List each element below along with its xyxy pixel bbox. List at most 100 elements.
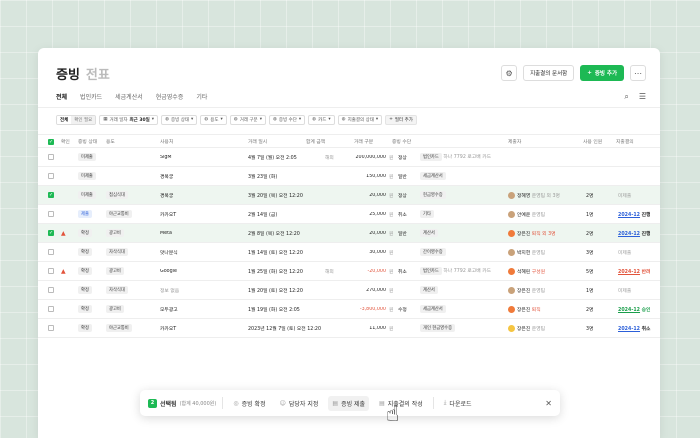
report-cell[interactable]: 2024-12 승인 bbox=[618, 306, 660, 313]
table-row[interactable]: 미제출 경복궁 3월 23일 (화) 150,000 원 일반 세금계산서 bbox=[38, 167, 660, 186]
filter-chip[interactable]: ◍ 용도 ▾ bbox=[200, 114, 227, 125]
column-header[interactable]: 확인 bbox=[61, 138, 77, 145]
segment-all[interactable]: 전체 bbox=[57, 115, 72, 124]
report-cell[interactable]: 미제출 bbox=[618, 192, 660, 199]
table-row[interactable]: ✓ 미제출 접심식대 경복궁 3월 20일 (목) 오전 12:20 20,000 원 정상 현… bbox=[38, 186, 660, 205]
column-header[interactable]: 용도 bbox=[106, 138, 160, 145]
submit-evidence-button[interactable]: ▤ 증빙 제출 bbox=[328, 395, 370, 411]
column-header[interactable]: 증빙 수단 bbox=[392, 138, 432, 145]
purpose-cell[interactable]: 광고비 bbox=[106, 267, 158, 275]
report-period[interactable]: 2024-12 bbox=[618, 327, 640, 332]
report-period[interactable]: 2024-12 bbox=[618, 232, 640, 237]
filter-icon: ◍ bbox=[204, 117, 209, 122]
expense-report-box-button[interactable]: 지출결의 문서함 bbox=[523, 65, 575, 81]
filter-chip[interactable]: ◍ 증빙 상태 ▾ bbox=[161, 114, 198, 125]
purpose-cell[interactable]: 야근교통비 bbox=[106, 324, 158, 332]
purpose-cell[interactable]: 자삭식대 bbox=[106, 248, 158, 256]
column-header[interactable]: 사용처 bbox=[160, 138, 248, 145]
submitter-cell[interactable]: 장은진 퇴직 외 3명 bbox=[508, 229, 582, 237]
confirm-evidence-button[interactable]: ◎ 증빙 확정 bbox=[229, 396, 269, 411]
purpose-cell[interactable]: 접심식대 bbox=[106, 191, 158, 199]
row-checkbox[interactable] bbox=[48, 249, 54, 255]
submitter-cell[interactable]: 장은진 퇴직 bbox=[508, 305, 582, 313]
row-checkbox[interactable] bbox=[48, 154, 54, 160]
filter-chip[interactable]: ◍ 카드 ▾ bbox=[308, 114, 335, 125]
column-header[interactable]: 지출결의 bbox=[616, 138, 656, 145]
submitter-cell[interactable]: 장은진 운영팀 bbox=[508, 324, 582, 332]
submitter-cell[interactable]: 장은진 운영팀 bbox=[508, 286, 582, 294]
add-filter-button[interactable]: + 필터 추가 bbox=[385, 114, 417, 125]
tab-2[interactable]: 세금계산서 bbox=[115, 92, 143, 106]
report-cell[interactable]: 2024-12 취소 bbox=[618, 325, 660, 332]
row-checkbox[interactable]: ✓ bbox=[48, 230, 54, 236]
table-row[interactable]: 확정 야근교통비 카카오T 2023년 12월 7일 (토) 오전 12:20 11,0… bbox=[38, 319, 660, 338]
submitter-cell[interactable]: 안예윤 운영팀 bbox=[508, 210, 582, 218]
more-icon[interactable]: ⋯ bbox=[630, 65, 646, 81]
report-cell[interactable]: 미제출 bbox=[618, 249, 660, 256]
assign-owner-button[interactable]: ☺ 담당자 지정 bbox=[276, 396, 323, 411]
page-title-sub[interactable]: 전표 bbox=[86, 64, 110, 83]
purpose-cell[interactable]: 광고비 bbox=[106, 305, 158, 313]
page-header: 증빙 전표 ⚙ 지출결의 문서함 + 증빙 추가 ⋯ bbox=[56, 62, 646, 84]
submitter-cell[interactable]: 박지헌 운영팀 bbox=[508, 248, 582, 256]
report-period[interactable]: 미제출 bbox=[618, 251, 631, 256]
column-header[interactable]: 거래 구분 bbox=[354, 138, 384, 145]
tab-4[interactable]: 기타 bbox=[196, 92, 207, 106]
purpose-cell[interactable]: 광고비 bbox=[106, 229, 158, 237]
download-button[interactable]: ⤓ 다운로드 bbox=[440, 396, 476, 411]
filter-chip[interactable]: ◍ 거래 구분 ▾ bbox=[229, 114, 266, 125]
row-checkbox[interactable] bbox=[48, 268, 54, 274]
table-row[interactable]: 확정 광고비 모두광고 1월 19일 (화) 오전 2:05 -3,800,000 원 수정… bbox=[38, 300, 660, 319]
purpose-cell[interactable]: 자삭식대 bbox=[106, 286, 158, 294]
column-header[interactable]: 거래 일시 bbox=[248, 138, 308, 145]
row-checkbox[interactable] bbox=[48, 306, 54, 312]
search-icon[interactable]: ⌕ bbox=[624, 92, 628, 106]
row-checkbox[interactable] bbox=[48, 211, 54, 217]
method-badge: 현금영수증 bbox=[420, 191, 446, 199]
row-checkbox[interactable] bbox=[48, 325, 54, 331]
column-header[interactable]: 증빙 상태 bbox=[78, 138, 106, 145]
report-period[interactable]: 미제출 bbox=[618, 194, 631, 199]
add-evidence-button[interactable]: + 증빙 추가 bbox=[580, 65, 624, 81]
row-checkbox[interactable] bbox=[48, 287, 54, 293]
report-cell[interactable]: 2024-12 진행 bbox=[618, 211, 660, 218]
column-header[interactable]: 사용 인원 bbox=[583, 138, 613, 145]
filter-icon: ◍ bbox=[165, 117, 169, 122]
report-period[interactable]: 2024-12 bbox=[618, 213, 640, 218]
report-period[interactable]: 미제출 bbox=[618, 289, 631, 294]
report-cell[interactable]: 2024-12 반려 bbox=[618, 268, 660, 275]
write-report-button[interactable]: ▤ 지출결의 작성 bbox=[375, 396, 427, 411]
table-row[interactable]: 제출 야근교통비 카카오T 2월 14일 (금) 25,000 원 취소 기타 안예윤 운영팀… bbox=[38, 205, 660, 224]
table-row[interactable]: ✓ ▲ 확정 광고비 Meta 2월 8일 (목) 오전 12:20 20,000 원 일반 계산… bbox=[38, 224, 660, 243]
row-checkbox[interactable] bbox=[48, 173, 54, 179]
tab-3[interactable]: 현금영수증 bbox=[156, 92, 184, 106]
report-cell[interactable]: 2024-12 진행 bbox=[618, 230, 660, 237]
submitter-cell[interactable]: 석혜린 구성원 bbox=[508, 267, 582, 275]
table-row[interactable]: ▲ 확정 광고비 Google 1월 25일 (화) 오전 12:20 해외 -20,000… bbox=[38, 262, 660, 281]
method-badge: 계산서 bbox=[420, 229, 438, 237]
close-icon[interactable]: ✕ bbox=[545, 399, 552, 408]
row-checkbox[interactable]: ✓ bbox=[48, 192, 54, 198]
status-badge: 확정 bbox=[78, 305, 92, 313]
filter-chip-label: 용도 bbox=[210, 117, 219, 123]
select-all-checkbox[interactable]: ✓ bbox=[48, 139, 54, 145]
report-cell[interactable]: 미제출 bbox=[618, 287, 660, 294]
table-row[interactable]: 미제출 SigM 4월 7일 (월) 오전 2:05 해외 200,000,000 원 정상… bbox=[38, 148, 660, 167]
filter-chip[interactable]: ◍ 지출결의 상태 ▾ bbox=[337, 114, 383, 125]
segment-check-needed[interactable]: 확인 필요 bbox=[71, 115, 96, 124]
column-settings-icon[interactable]: ☰ bbox=[639, 92, 646, 106]
table-row[interactable]: 확정 자삭식대 정보 없음 1월 20일 (토) 오전 12:20 270,000 원 계산… bbox=[38, 281, 660, 300]
table-row[interactable]: 확정 자삭식대 맛나분식 1월 14일 (토) 오전 12:20 30,000 원 간이영수… bbox=[38, 243, 660, 262]
gear-icon[interactable]: ⚙ bbox=[501, 65, 518, 81]
column-header[interactable]: 제출자 bbox=[508, 138, 568, 145]
purpose-cell[interactable]: 야근교통비 bbox=[106, 210, 158, 218]
date-filter-chip[interactable]: ▦ 거래 일자 최근 30일 ▾ bbox=[99, 114, 159, 125]
tab-0[interactable]: 전체 bbox=[56, 92, 68, 108]
filter-chip[interactable]: ◍ 증빙 수단 ▾ bbox=[268, 114, 306, 125]
report-period[interactable]: 2024-12 bbox=[618, 270, 640, 275]
date-filter-label: 거래 일자 bbox=[109, 117, 128, 123]
column-header[interactable]: 합계 금액 bbox=[306, 138, 346, 145]
submitter-cell[interactable]: 정혜영 운영팀 외 3명 bbox=[508, 191, 582, 199]
tab-1[interactable]: 법인카드 bbox=[80, 92, 102, 106]
report-period[interactable]: 2024-12 bbox=[618, 308, 640, 313]
